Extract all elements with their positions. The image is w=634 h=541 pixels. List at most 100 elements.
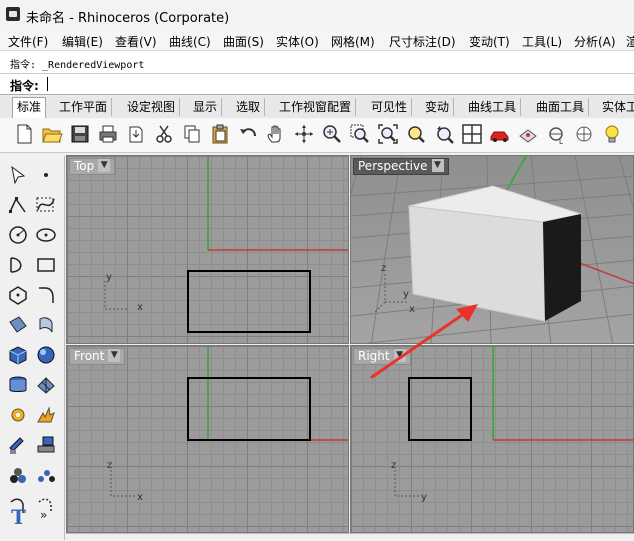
top-scene: y x [104, 156, 348, 333]
cplane-axis-icon [394, 470, 419, 497]
array-icon[interactable] [33, 462, 59, 488]
box-solid-icon[interactable] [5, 342, 31, 368]
menu-transform[interactable]: 变动(T) [469, 33, 510, 50]
explode-icon[interactable] [33, 402, 59, 428]
surface-extrude-icon[interactable] [33, 312, 59, 338]
paste-icon[interactable] [208, 122, 232, 146]
tab-curve-tools[interactable]: 曲线工具 [464, 98, 522, 116]
svg-text:T: T [11, 505, 26, 526]
select-arrow-icon[interactable] [5, 162, 31, 188]
menu-render[interactable]: 渲 [626, 33, 634, 50]
title-bar: 未命名 - Rhinoceros (Corporate) [0, 0, 634, 31]
undo-icon[interactable] [236, 122, 260, 146]
render-car-icon[interactable] [488, 122, 512, 146]
new-file-icon[interactable] [12, 122, 36, 146]
viewport-front[interactable]: z x Front ▼ [66, 345, 349, 533]
lock-icon[interactable]: L [544, 122, 568, 146]
axis-label-z: z [381, 263, 386, 274]
axis-label-z: z [391, 460, 396, 471]
window-title: 未命名 - Rhinoceros (Corporate) [26, 11, 230, 26]
svg-text:L: L [559, 138, 563, 145]
text-icon[interactable]: T [5, 502, 31, 528]
curve-icon[interactable] [33, 192, 59, 218]
boolean-split-icon[interactable] [5, 432, 31, 458]
tab-standard[interactable]: 标准 [12, 97, 47, 118]
box-outline [187, 377, 311, 441]
zoom-extents-icon[interactable] [376, 122, 400, 146]
command-line: 指令: [0, 74, 634, 95]
import-icon[interactable] [124, 122, 148, 146]
tab-set-view[interactable]: 设定视图 [123, 98, 181, 116]
viewport-top[interactable]: y x Top ▼ [66, 155, 349, 344]
menu-solid[interactable]: 实体(O) [276, 33, 319, 50]
rotate-view-icon[interactable] [292, 122, 316, 146]
osnap-icon[interactable] [572, 122, 596, 146]
mesh-icon[interactable] [5, 372, 31, 398]
command-prompt-label: 指令: [10, 79, 39, 93]
menu-analyze[interactable]: 分析(A) [574, 33, 616, 50]
material-icon[interactable] [516, 122, 540, 146]
rectangle-icon[interactable] [33, 252, 59, 278]
svg-text:»: » [40, 508, 47, 522]
tab-surface-tools[interactable]: 曲面工具 [532, 98, 590, 116]
polygon-icon[interactable] [5, 282, 31, 308]
transform-gear-icon[interactable] [5, 402, 31, 428]
zoom-window-icon[interactable] [348, 122, 372, 146]
light-bulb-icon[interactable] [600, 122, 624, 146]
chevron-down-icon[interactable]: ▼ [98, 159, 111, 172]
toolbar-tab-bar: 标准 工作平面 设定视图 显示 选取 工作视窗配置 可见性 变动 曲线工具 曲面… [0, 96, 634, 118]
viewport-title: Perspective [358, 159, 428, 173]
viewport-title: Front [74, 349, 105, 363]
axis-label-x: x [137, 302, 143, 313]
axis-label-x: x [137, 492, 143, 503]
command-input[interactable] [47, 77, 628, 91]
group-icon[interactable] [5, 462, 31, 488]
menu-view[interactable]: 查看(V) [115, 33, 157, 50]
more-tools-icon[interactable]: » [33, 502, 59, 528]
four-viewports-icon[interactable] [460, 122, 484, 146]
open-folder-icon[interactable] [40, 122, 64, 146]
arc-icon[interactable] [5, 252, 31, 278]
rhino-app-icon [6, 7, 20, 21]
pan-hand-icon[interactable] [264, 122, 288, 146]
tab-cplanes[interactable]: 工作平面 [55, 98, 113, 116]
zoom-selected-icon[interactable] [404, 122, 428, 146]
menu-dimension[interactable]: 尺寸标注(D) [389, 33, 456, 50]
viewport-label-perspective[interactable]: Perspective ▼ [353, 158, 449, 175]
copy-icon[interactable] [180, 122, 204, 146]
tab-select[interactable]: 选取 [232, 98, 266, 116]
tab-viewport-layout[interactable]: 工作视窗配置 [275, 98, 357, 116]
tab-transform[interactable]: 变动 [421, 98, 455, 116]
point-icon[interactable] [33, 162, 59, 188]
menu-mesh[interactable]: 网格(M) [331, 33, 375, 50]
boolean-union-icon[interactable] [33, 432, 59, 458]
zoom-dynamic-icon[interactable] [320, 122, 344, 146]
cut-icon[interactable] [152, 122, 176, 146]
menu-curve[interactable]: 曲线(C) [169, 33, 211, 50]
menu-edit[interactable]: 编辑(E) [62, 33, 103, 50]
circle-icon[interactable] [5, 222, 31, 248]
save-icon[interactable] [68, 122, 92, 146]
annotation-arrow [370, 304, 478, 379]
chevron-down-icon[interactable]: ▼ [431, 159, 444, 172]
viewport-label-top[interactable]: Top ▼ [69, 158, 116, 175]
sphere-icon[interactable] [33, 342, 59, 368]
viewport-label-front[interactable]: Front ▼ [69, 348, 126, 365]
surface-corners-icon[interactable] [5, 312, 31, 338]
standard-toolbar: L [0, 118, 634, 153]
polyline-icon[interactable] [5, 192, 31, 218]
tab-display[interactable]: 显示 [189, 98, 223, 116]
menu-file[interactable]: 文件(F) [8, 33, 48, 50]
front-scene: z x [107, 346, 348, 503]
tab-visibility[interactable]: 可见性 [367, 98, 413, 116]
axis-label-y: y [421, 492, 427, 503]
print-icon[interactable] [96, 122, 120, 146]
menu-tools[interactable]: 工具(L) [522, 33, 562, 50]
fillet-curve-icon[interactable] [33, 282, 59, 308]
undo-view-icon[interactable] [432, 122, 456, 146]
menu-surface[interactable]: 曲面(S) [223, 33, 264, 50]
chevron-down-icon[interactable]: ▼ [108, 349, 121, 362]
patch-icon[interactable] [33, 372, 59, 398]
ellipse-icon[interactable] [33, 222, 59, 248]
tab-solid-tools[interactable]: 实体工 [598, 98, 634, 116]
